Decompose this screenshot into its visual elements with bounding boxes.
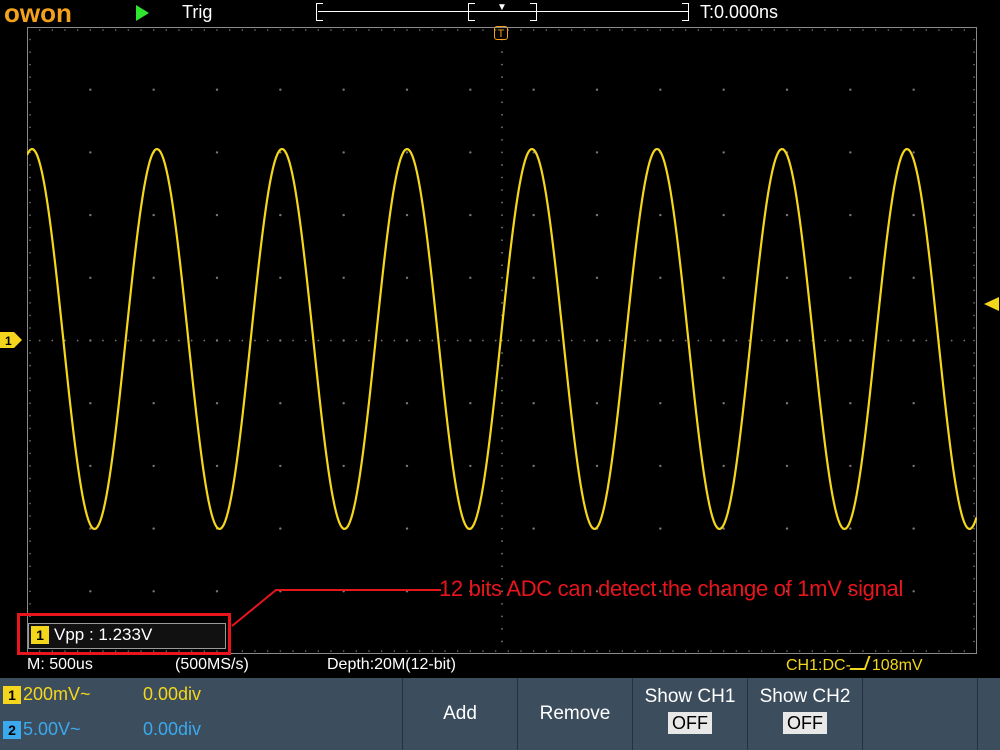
waveform-grid xyxy=(27,27,977,654)
trigger-info: CH1:DC- 108mV xyxy=(786,656,923,675)
trigger-point-icon: ▼ xyxy=(497,2,507,13)
ch1-offset[interactable]: 0.00div xyxy=(143,684,201,705)
show-ch1-button[interactable]: Show CH1 OFF xyxy=(632,678,747,750)
sample-rate: (500MS/s) xyxy=(175,656,249,673)
annotation-leader-line xyxy=(231,589,441,627)
ch1-trace xyxy=(27,147,977,531)
owon-logo: owon xyxy=(4,0,72,28)
show-ch2-button[interactable]: Show CH2 OFF xyxy=(747,678,862,750)
grid-dots xyxy=(27,27,977,654)
show-ch2-state: OFF xyxy=(783,712,827,734)
time-position: T:0.000ns xyxy=(700,2,779,22)
run-icon[interactable] xyxy=(136,5,149,21)
show-ch2-label: Show CH2 xyxy=(759,686,851,707)
menu-slot-empty xyxy=(862,678,977,750)
add-button[interactable]: Add xyxy=(402,678,517,750)
view-bracket-left xyxy=(468,3,475,21)
adc-annotation: 12 bits ADC can detect the change of 1mV… xyxy=(439,576,904,601)
ch1-marker-label: 1 xyxy=(5,334,12,348)
memory-bracket-right xyxy=(682,3,689,21)
ch1-ground-marker[interactable]: 1 xyxy=(0,332,24,348)
remove-button[interactable]: Remove xyxy=(517,678,632,750)
memory-depth: Depth:20M(12-bit) xyxy=(327,656,456,673)
trigger-level: 108mV xyxy=(871,657,923,674)
ch1-volts-div[interactable]: 200mV~ xyxy=(23,684,91,705)
ch1-badge[interactable]: 1 xyxy=(3,686,21,704)
ch2-badge[interactable]: 2 xyxy=(3,721,21,739)
trigger-level-marker[interactable] xyxy=(984,297,999,311)
show-ch1-label: Show CH1 xyxy=(644,686,736,707)
ch2-offset[interactable]: 0.00div xyxy=(143,719,201,740)
vpp-measurement: Vpp : 1.233V xyxy=(54,625,153,644)
trigger-position-marker[interactable]: T xyxy=(494,26,508,40)
timebase: M: 500us xyxy=(27,656,93,673)
ch2-volts-div[interactable]: 5.00V~ xyxy=(23,719,81,740)
trigger-source: CH1:DC- xyxy=(786,657,851,674)
measurement-channel-badge: 1 xyxy=(31,626,49,644)
view-bracket-right xyxy=(530,3,537,21)
show-ch1-state: OFF xyxy=(668,712,712,734)
trigger-status: Trig xyxy=(182,2,213,22)
menu-slot-edge xyxy=(977,678,1000,750)
memory-bracket-left xyxy=(316,3,323,21)
rising-edge-icon xyxy=(849,656,871,670)
